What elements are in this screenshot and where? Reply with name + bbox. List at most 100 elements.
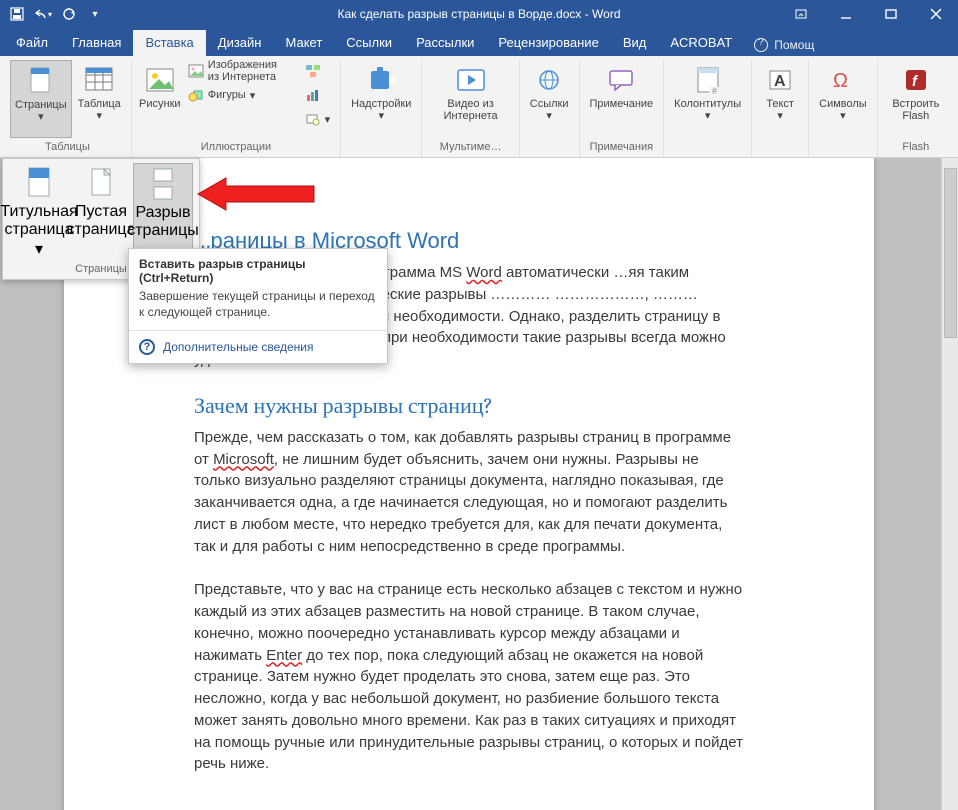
headerfooter-button[interactable]: # Колонтитулы▾ [670,60,745,138]
minimize-icon[interactable] [823,0,868,28]
cover-page-icon [25,165,53,201]
smartart-icon [305,63,321,79]
tab-references[interactable]: Ссылки [334,30,404,56]
table-label: Таблица [78,98,121,110]
undo-icon[interactable]: ▾ [32,3,54,25]
addins-label: Надстройки [351,98,411,110]
group-addins: Надстройки▾ [341,60,422,157]
group-symbols: Ω Символы▾ [809,60,878,157]
online-video-button[interactable]: Видео из Интернета [428,60,512,138]
svg-text:A: A [774,73,786,90]
tab-design[interactable]: Дизайн [206,30,274,56]
group-media-label: Мультиме… [440,139,502,155]
group-links: Ссылки▾ [520,60,580,157]
window-controls [778,0,958,28]
online-pictures-button[interactable]: Изображения из Интернета [184,60,295,82]
flash-icon: f [900,64,932,96]
group-media: Видео из Интернета Мультиме… [422,60,519,157]
help-icon: ? [139,339,155,355]
pictures-button[interactable]: Рисунки [138,60,182,138]
comment-label: Примечание [590,98,654,110]
group-headerfooter: # Колонтитулы▾ [664,60,752,157]
text-button[interactable]: A Текст▾ [758,60,802,138]
pages-label: Страницы [15,99,67,111]
spell-enter: Enter [266,647,302,664]
qat-customize-icon[interactable]: ▾ [84,3,106,25]
tab-acrobat[interactable]: ACROBAT [658,30,744,56]
page-break-button[interactable]: Разрывстраницы [133,163,193,261]
pages-dropdown-label: Страницы [75,261,127,277]
spell-word: Word [466,264,502,281]
tab-home[interactable]: Главная [60,30,133,56]
shapes-label: Фигуры [208,89,246,101]
blank-page-icon [87,165,115,201]
vertical-scrollbar[interactable] [941,158,958,810]
doc-paragraph-3: Представьте, что у вас на странице есть … [194,579,744,775]
page-break-icon [149,166,177,202]
group-comments: Примечание Примечания [580,60,665,157]
chart-button[interactable] [301,84,335,106]
comment-button[interactable]: Примечание [586,60,658,138]
group-flash-label: Flash [902,139,929,155]
cover-page-button[interactable]: Титульнаястраница ▾ [9,163,69,261]
tab-review[interactable]: Рецензирование [486,30,610,56]
symbols-icon: Ω [827,64,859,96]
screenshot-button[interactable]: ▾ [301,108,335,130]
group-tables: Страницы▾ Таблица▾ Таблицы [4,60,132,157]
links-button[interactable]: Ссылки▾ [526,60,573,138]
scrollbar-thumb[interactable] [944,168,957,338]
links-label: Ссылки [530,98,569,110]
tell-me[interactable]: Помощ [744,38,824,56]
title-bar: ▾ ▾ Как сделать разрыв страницы в Ворде.… [0,0,958,28]
tooltip-link-label: Дополнительные сведения [163,340,313,354]
flash-button[interactable]: f Встроить Flash [884,60,948,138]
headerfooter-label: Колонтитулы [674,98,741,110]
spell-microsoft: Microsoft [213,451,274,468]
addins-button[interactable]: Надстройки▾ [347,60,415,138]
symbols-button[interactable]: Ω Символы▾ [815,60,871,138]
ribbon: Страницы▾ Таблица▾ Таблицы Рисунки Изобр… [0,56,958,158]
svg-text:Ω: Ω [833,70,848,92]
chart-icon [305,87,321,103]
app-window: ▾ ▾ Как сделать разрыв страницы в Ворде.… [0,0,958,810]
group-flash: f Встроить Flash Flash [878,60,954,157]
text-label: Текст [766,98,794,110]
group-text-label [779,139,782,155]
tooltip-more-info[interactable]: ? Дополнительные сведения [129,331,387,363]
group-comments-label: Примечания [590,139,654,155]
tab-layout[interactable]: Макет [273,30,334,56]
doc-paragraph-2: Прежде, чем рассказать о том, как добавл… [194,427,744,558]
tab-insert[interactable]: Вставка [133,30,205,56]
tab-view[interactable]: Вид [611,30,659,56]
online-pictures-label: Изображения из Интернета [208,59,291,83]
table-icon [83,64,115,96]
comment-icon [605,64,637,96]
pages-icon [25,65,57,97]
ribbon-options-icon[interactable] [778,0,823,28]
text-icon: A [764,64,796,96]
smartart-button[interactable] [301,60,335,82]
save-icon[interactable] [6,3,28,25]
tab-mailings[interactable]: Рассылки [404,30,486,56]
table-button[interactable]: Таблица▾ [74,60,125,138]
group-symbols-label [841,139,844,155]
ribbon-tabs: Файл Главная Вставка Дизайн Макет Ссылки… [0,28,958,56]
window-title: Как сделать разрыв страницы в Ворде.docx… [337,7,620,21]
close-icon[interactable] [913,0,958,28]
group-tables-label: Таблицы [45,139,90,155]
group-addins-label [380,139,383,155]
symbols-label: Символы [819,98,867,110]
shapes-button[interactable]: Фигуры ▾ [184,84,295,106]
group-text: A Текст▾ [752,60,809,157]
blank-page-button[interactable]: Пустаястраница [71,163,131,261]
maximize-icon[interactable] [868,0,913,28]
lightbulb-icon [754,38,768,52]
redo-icon[interactable] [58,3,80,25]
headerfooter-icon: # [692,64,724,96]
tab-file[interactable]: Файл [4,30,60,56]
pages-button[interactable]: Страницы▾ [10,60,72,138]
pictures-icon [144,64,176,96]
shapes-icon [188,87,204,103]
group-links-label [548,139,551,155]
pictures-label: Рисунки [139,98,181,110]
